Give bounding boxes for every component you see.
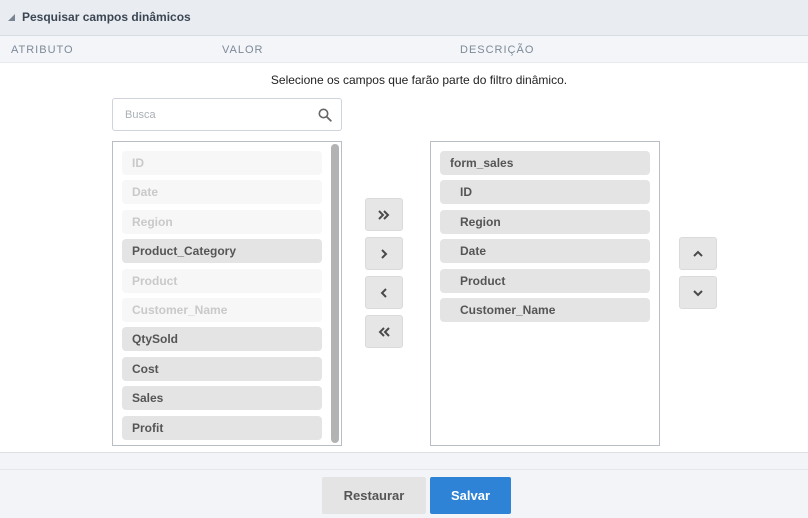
chevron-left-icon <box>380 287 387 298</box>
move-all-left-button[interactable] <box>365 315 403 348</box>
available-field-sales[interactable]: Sales <box>122 386 322 411</box>
search-box <box>112 98 342 131</box>
selected-fields-list[interactable]: form_sales ID Region Date Product Customer_Na… <box>430 141 660 446</box>
footer-bar: Restaurar Salvar <box>0 452 808 518</box>
column-header-atributo: ATRIBUTO <box>11 44 74 56</box>
available-field-date[interactable]: Date <box>122 180 322 205</box>
available-field-customer-name[interactable]: Customer_Name <box>122 298 322 322</box>
move-left-button[interactable] <box>365 276 403 309</box>
available-field-product-category[interactable]: Product_Category <box>122 239 322 264</box>
search-icon[interactable] <box>318 108 332 122</box>
selected-field-date[interactable]: Date <box>440 239 650 264</box>
footer-divider <box>0 469 808 470</box>
available-field-region[interactable]: Region <box>122 209 322 234</box>
available-field-product[interactable]: Product <box>122 268 322 293</box>
move-up-button[interactable] <box>679 237 717 270</box>
collapse-triangle-icon[interactable] <box>8 14 15 21</box>
available-fields-scrollbar[interactable] <box>331 144 339 443</box>
selected-field-id[interactable]: ID <box>440 180 650 205</box>
chevron-right-icon <box>381 248 388 259</box>
available-fields-list[interactable]: ID Date Region Product_Category Product Custo… <box>112 141 342 446</box>
selected-group-form-sales[interactable]: form_sales <box>440 151 650 175</box>
available-field-cost[interactable]: Cost <box>122 356 322 381</box>
selected-field-customer-name[interactable]: Customer_Name <box>440 298 650 322</box>
chevron-up-icon <box>693 250 703 257</box>
panel-header: Pesquisar campos dinâmicos <box>0 0 808 36</box>
available-field-qtysold[interactable]: QtySold <box>122 327 322 352</box>
search-input[interactable] <box>113 99 325 130</box>
restore-button[interactable]: Restaurar <box>322 477 426 514</box>
save-button[interactable]: Salvar <box>430 477 511 514</box>
available-field-id[interactable]: ID <box>122 151 322 175</box>
instruction-text: Selecione os campos que farão parte do f… <box>270 73 568 87</box>
selected-field-region[interactable]: Region <box>440 209 650 234</box>
panel-title: Pesquisar campos dinâmicos <box>22 10 191 24</box>
available-field-profit[interactable]: Profit <box>122 415 322 440</box>
double-chevron-left-icon <box>378 326 390 337</box>
column-header-valor: VALOR <box>222 44 264 56</box>
column-header-descricao: DESCRIÇÃO <box>460 44 535 56</box>
chevron-down-icon <box>693 289 703 296</box>
selected-field-product[interactable]: Product <box>440 268 650 293</box>
move-all-right-button[interactable] <box>365 198 403 231</box>
column-headers: ATRIBUTO VALOR DESCRIÇÃO <box>0 36 808 63</box>
double-chevron-right-icon <box>378 209 390 220</box>
move-right-button[interactable] <box>365 237 403 270</box>
move-down-button[interactable] <box>679 276 717 309</box>
